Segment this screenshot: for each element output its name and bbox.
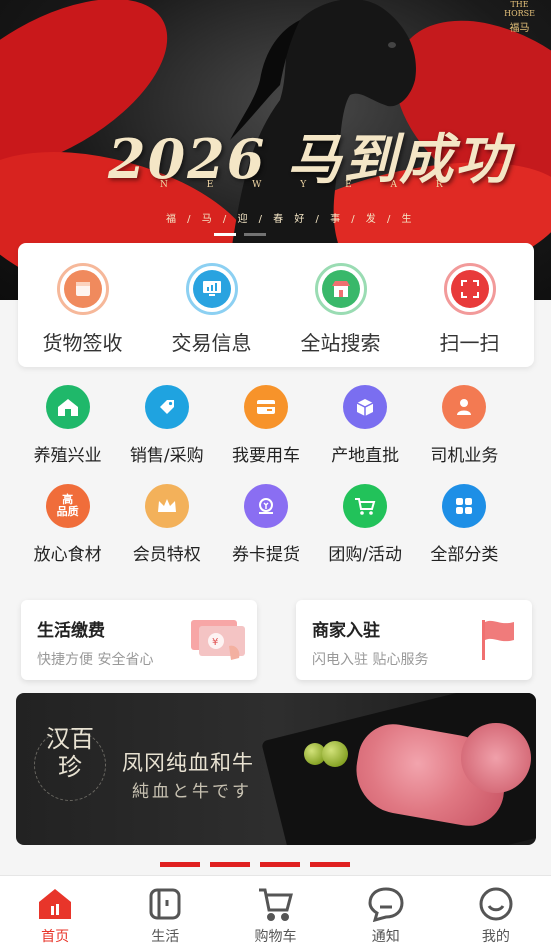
quick-action-label: 全站搜索 xyxy=(300,331,381,355)
quick-action-search[interactable]: 全站搜索 xyxy=(276,243,405,367)
box-icon xyxy=(343,385,388,429)
store-icon xyxy=(314,263,367,315)
monitor-icon xyxy=(185,263,238,315)
driver-icon xyxy=(442,385,487,429)
category-member[interactable]: 会员特权 xyxy=(117,484,216,565)
smile-icon xyxy=(476,884,516,924)
quick-action-receive[interactable]: 货物签收 xyxy=(18,243,147,367)
next-section-peek xyxy=(160,862,390,876)
tab-life[interactable]: 生活 xyxy=(110,876,220,951)
tag-icon xyxy=(144,385,189,429)
quick-action-scan[interactable]: 扫一扫 xyxy=(405,243,534,367)
category-label: 养殖兴业 xyxy=(33,446,102,466)
lime-decoration xyxy=(322,741,348,767)
carousel-dot[interactable] xyxy=(214,233,236,236)
quick-actions-card: 货物签收 交易信息 全站搜索 扫一扫 xyxy=(18,243,534,367)
carousel-dot[interactable] xyxy=(244,233,266,236)
promo-card-utility[interactable]: 生活缴费 快捷方便 安全省心 ¥ xyxy=(21,600,257,680)
quick-action-label: 扫一扫 xyxy=(439,331,500,355)
tab-label: 我的 xyxy=(481,929,510,945)
quick-action-trade-info[interactable]: 交易信息 xyxy=(147,243,276,367)
category-grid: 养殖兴业 销售/采购 我要用车 产地直批 司机业务 高品质 放心食材 会员特权 xyxy=(18,385,514,565)
category-label: 团购/活动 xyxy=(328,545,403,565)
category-label: 放心食材 xyxy=(33,545,102,565)
category-label: 司机业务 xyxy=(430,446,499,466)
coupon-icon xyxy=(243,484,288,528)
tab-label: 生活 xyxy=(151,929,180,945)
brand-cn: 福马 xyxy=(509,23,530,34)
category-label: 券卡提货 xyxy=(231,545,300,565)
category-sales[interactable]: 销售/采购 xyxy=(117,385,216,466)
category-label: 会员特权 xyxy=(132,545,201,565)
tab-label: 通知 xyxy=(371,929,400,945)
category-label: 全部分类 xyxy=(430,545,499,565)
shopping-cart-icon xyxy=(256,884,296,924)
tab-label: 购物车 xyxy=(254,929,297,945)
svg-text:¥: ¥ xyxy=(212,637,218,648)
quick-action-label: 货物签收 xyxy=(42,331,123,355)
home-icon xyxy=(35,884,75,924)
tab-mine[interactable]: 我的 xyxy=(441,876,551,951)
category-label: 销售/采购 xyxy=(129,446,204,466)
scan-icon xyxy=(443,263,496,315)
tab-home[interactable]: 首页 xyxy=(0,876,110,951)
bill-card-icon: ¥ xyxy=(191,620,245,660)
grid-icon xyxy=(442,484,487,528)
category-groupbuy[interactable]: 团购/活动 xyxy=(316,484,415,565)
beef-steak-image xyxy=(461,723,531,793)
flag-icon xyxy=(482,620,514,660)
banner-subtitle-en: N E W Y E A R xyxy=(160,180,461,190)
ad-tagline-jp: 純血と牛です xyxy=(132,782,252,802)
category-driver[interactable]: 司机业务 xyxy=(415,385,514,466)
carousel-indicator xyxy=(214,233,266,236)
package-icon xyxy=(56,263,109,315)
brand-en-top: THE xyxy=(510,0,529,9)
tab-notify[interactable]: 通知 xyxy=(331,876,441,951)
tab-cart[interactable]: 购物车 xyxy=(220,876,330,951)
life-icon xyxy=(145,884,185,924)
quick-action-label: 交易信息 xyxy=(171,331,252,355)
tab-label: 首页 xyxy=(41,929,70,945)
brand-en: HORSE xyxy=(504,9,535,18)
brand-corner: THE HORSE 福马 xyxy=(504,0,535,34)
category-direct[interactable]: 产地直批 xyxy=(316,385,415,466)
bottom-tab-bar: 首页 生活 购物车 通知 我的 xyxy=(0,875,551,951)
promo-card-merchant[interactable]: 商家入驻 闪电入驻 贴心服务 xyxy=(296,600,532,680)
ad-tagline: 凤冈纯血和牛 xyxy=(122,751,254,775)
category-car[interactable]: 我要用车 xyxy=(216,385,315,466)
category-coupon[interactable]: 券卡提货 xyxy=(216,484,315,565)
farm-icon xyxy=(45,385,90,429)
category-all[interactable]: 全部分类 xyxy=(415,484,514,565)
category-label: 我要用车 xyxy=(231,446,300,466)
category-label: 产地直批 xyxy=(331,446,400,466)
cart-icon xyxy=(343,484,388,528)
category-food[interactable]: 高品质 放心食材 xyxy=(18,484,117,565)
ad-banner-wagyu[interactable]: 汉百珍 凤冈纯血和牛 純血と牛です xyxy=(16,693,536,845)
car-card-icon xyxy=(243,385,288,429)
category-farming[interactable]: 养殖兴业 xyxy=(18,385,117,466)
brand-logo: 汉百珍 xyxy=(46,725,94,781)
banner-subtitle-cn: 福 / 马 / 迎 / 春 好 / 事 / 发 / 生 xyxy=(166,214,416,225)
quality-badge-icon: 高品质 xyxy=(45,484,90,528)
chat-bubble-icon xyxy=(366,884,406,924)
crown-icon xyxy=(144,484,189,528)
